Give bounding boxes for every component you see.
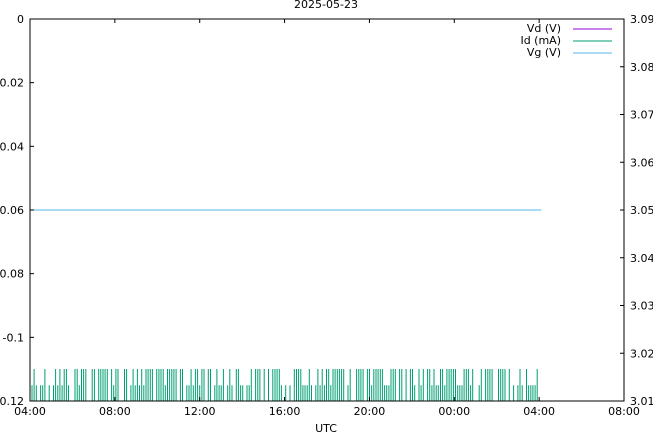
y-left-tick-label: -0.1 [3, 331, 24, 344]
y-right-tick-label: 3.05 [630, 204, 653, 217]
y-right-tick-label: 3.03 [630, 300, 653, 313]
legend: Vd (V) Id (mA) Vg (V) [520, 22, 612, 59]
y-left-tick-label: -0.08 [0, 268, 24, 281]
y-left-tick-label: -0.06 [0, 204, 24, 217]
legend-label-vg: Vg (V) [527, 46, 561, 59]
y-right-tick-label: 3.04 [630, 252, 653, 265]
x-axis-label: UTC [315, 422, 337, 432]
x-tick-label: 20:00 [354, 405, 386, 418]
y-axis-left: 0 -0.02 -0.04 -0.06 -0.08 -0.1 -0.12 [0, 13, 34, 408]
y-right-tick-label: 3.01 [630, 395, 653, 408]
x-tick-label: 16:00 [269, 405, 301, 418]
y-left-tick-label: 0 [17, 13, 24, 26]
y-left-tick-label: -0.02 [0, 77, 24, 90]
y-right-tick-label: 3.09 [630, 13, 653, 26]
y-left-tick-label: -0.12 [0, 395, 24, 408]
y-axis-right: 3.09 3.08 3.07 3.06 3.05 3.04 3.03 3.02 3.01 [620, 13, 653, 408]
x-tick-label: 12:00 [184, 405, 216, 418]
x-tick-label: 08:00 [99, 405, 131, 418]
y-right-tick-label: 3.08 [630, 61, 653, 74]
y-left-tick-label: -0.04 [0, 140, 24, 153]
x-tick-label: 04:00 [523, 405, 555, 418]
chart-title: 2025-05-23 [294, 0, 358, 11]
chart: 2025-05-23 UTC 04:00 08:00 12:00 16:00 20:00… [0, 0, 653, 432]
x-axis: 04:00 08:00 12:00 16:00 20:00 00:00 04:00 08:00 [14, 19, 640, 418]
id-series [30, 369, 538, 402]
x-tick-label: 00:00 [438, 405, 470, 418]
y-right-tick-label: 3.07 [630, 109, 653, 122]
id-series-trace [30, 369, 538, 402]
y-right-tick-label: 3.06 [630, 156, 653, 169]
y-right-tick-label: 3.02 [630, 347, 653, 360]
